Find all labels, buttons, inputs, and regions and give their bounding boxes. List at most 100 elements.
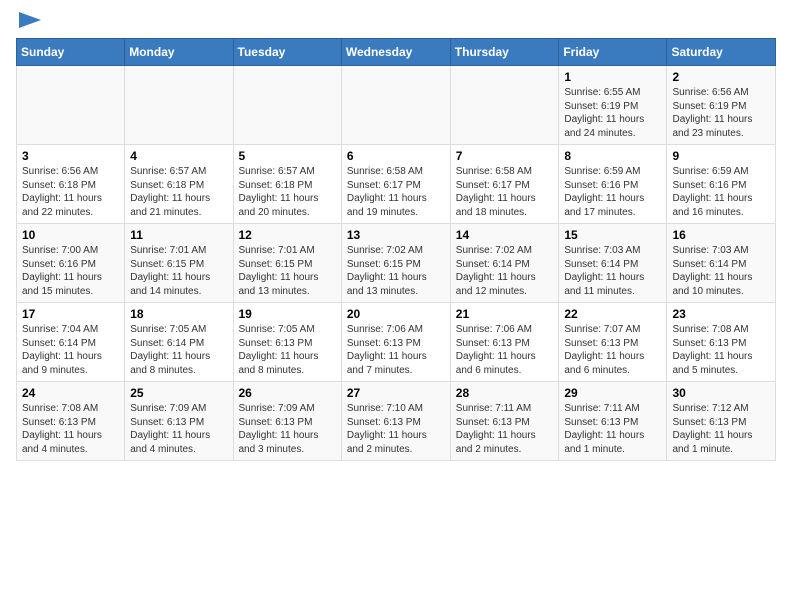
day-info: Sunrise: 7:08 AM Sunset: 6:13 PM Dayligh…	[672, 323, 770, 377]
day-info: Sunrise: 7:09 AM Sunset: 6:13 PM Dayligh…	[130, 402, 227, 456]
weekday-header-monday: Monday	[125, 39, 233, 66]
day-number: 17	[22, 307, 119, 321]
calendar-cell: 24Sunrise: 7:08 AM Sunset: 6:13 PM Dayli…	[17, 382, 125, 461]
day-info: Sunrise: 7:02 AM Sunset: 6:14 PM Dayligh…	[456, 244, 554, 298]
calendar-cell: 8 Sunrise: 6:59 AM Sunset: 6:16 PM Daylig…	[559, 145, 667, 224]
day-number: 1	[564, 70, 661, 84]
day-info: Sunrise: 6:57 AM Sunset: 6:18 PM Dayligh…	[239, 165, 336, 219]
day-number: 22	[564, 307, 661, 321]
day-info: Sunrise: 6:55 AM Sunset: 6:19 PM Dayligh…	[564, 86, 661, 140]
calendar-cell: 19Sunrise: 7:05 AM Sunset: 6:13 PM Dayli…	[233, 303, 341, 382]
day-info: Sunrise: 7:03 AM Sunset: 6:14 PM Dayligh…	[564, 244, 661, 298]
calendar-week-row: 1 Sunrise: 6:55 AM Sunset: 6:19 PM Daylig…	[17, 66, 776, 145]
weekday-header-wednesday: Wednesday	[341, 39, 450, 66]
calendar-cell: 9 Sunrise: 6:59 AM Sunset: 6:16 PM Daylig…	[667, 145, 776, 224]
day-number: 15	[564, 228, 661, 242]
day-info: Sunrise: 6:56 AM Sunset: 6:19 PM Dayligh…	[672, 86, 770, 140]
page-header	[16, 16, 776, 28]
calendar-cell	[233, 66, 341, 145]
calendar-cell: 11 Sunrise: 7:01 AM Sunset: 6:15 PM Dayli…	[125, 224, 233, 303]
calendar-body: 1 Sunrise: 6:55 AM Sunset: 6:19 PM Daylig…	[17, 66, 776, 461]
day-number: 21	[456, 307, 554, 321]
calendar-cell: 18 Sunrise: 7:05 AM Sunset: 6:14 PM Dayli…	[125, 303, 233, 382]
calendar-cell: 7Sunrise: 6:58 AM Sunset: 6:17 PM Daylig…	[450, 145, 559, 224]
calendar-cell: 23 Sunrise: 7:08 AM Sunset: 6:13 PM Dayli…	[667, 303, 776, 382]
calendar-cell: 15 Sunrise: 7:03 AM Sunset: 6:14 PM Dayli…	[559, 224, 667, 303]
calendar-cell: 13 Sunrise: 7:02 AM Sunset: 6:15 PM Dayli…	[341, 224, 450, 303]
day-info: Sunrise: 7:04 AM Sunset: 6:14 PM Dayligh…	[22, 323, 119, 377]
day-info: Sunrise: 7:05 AM Sunset: 6:13 PM Dayligh…	[239, 323, 336, 377]
day-number: 6	[347, 149, 445, 163]
calendar-header: SundayMondayTuesdayWednesdayThursdayFrid…	[17, 39, 776, 66]
logo-flag-icon	[19, 12, 41, 28]
calendar-week-row: 17 Sunrise: 7:04 AM Sunset: 6:14 PM Dayli…	[17, 303, 776, 382]
day-info: Sunrise: 6:57 AM Sunset: 6:18 PM Dayligh…	[130, 165, 227, 219]
day-info: Sunrise: 7:05 AM Sunset: 6:14 PM Dayligh…	[130, 323, 227, 377]
day-number: 13	[347, 228, 445, 242]
calendar-week-row: 24Sunrise: 7:08 AM Sunset: 6:13 PM Dayli…	[17, 382, 776, 461]
weekday-header-saturday: Saturday	[667, 39, 776, 66]
day-number: 8	[564, 149, 661, 163]
calendar-table: SundayMondayTuesdayWednesdayThursdayFrid…	[16, 38, 776, 461]
day-number: 26	[239, 386, 336, 400]
calendar-cell: 26 Sunrise: 7:09 AM Sunset: 6:13 PM Dayli…	[233, 382, 341, 461]
day-number: 2	[672, 70, 770, 84]
day-number: 18	[130, 307, 227, 321]
calendar-cell: 29Sunrise: 7:11 AM Sunset: 6:13 PM Dayli…	[559, 382, 667, 461]
day-info: Sunrise: 7:01 AM Sunset: 6:15 PM Dayligh…	[130, 244, 227, 298]
calendar-cell: 21 Sunrise: 7:06 AM Sunset: 6:13 PM Dayli…	[450, 303, 559, 382]
calendar-cell: 16Sunrise: 7:03 AM Sunset: 6:14 PM Dayli…	[667, 224, 776, 303]
calendar-cell: 27Sunrise: 7:10 AM Sunset: 6:13 PM Dayli…	[341, 382, 450, 461]
day-number: 16	[672, 228, 770, 242]
day-number: 30	[672, 386, 770, 400]
day-info: Sunrise: 6:58 AM Sunset: 6:17 PM Dayligh…	[347, 165, 445, 219]
day-info: Sunrise: 7:10 AM Sunset: 6:13 PM Dayligh…	[347, 402, 445, 456]
day-info: Sunrise: 7:02 AM Sunset: 6:15 PM Dayligh…	[347, 244, 445, 298]
day-number: 4	[130, 149, 227, 163]
day-info: Sunrise: 7:09 AM Sunset: 6:13 PM Dayligh…	[239, 402, 336, 456]
day-info: Sunrise: 7:12 AM Sunset: 6:13 PM Dayligh…	[672, 402, 770, 456]
calendar-cell: 6 Sunrise: 6:58 AM Sunset: 6:17 PM Daylig…	[341, 145, 450, 224]
weekday-header-thursday: Thursday	[450, 39, 559, 66]
calendar-cell: 20Sunrise: 7:06 AM Sunset: 6:13 PM Dayli…	[341, 303, 450, 382]
calendar-week-row: 10 Sunrise: 7:00 AM Sunset: 6:16 PM Dayli…	[17, 224, 776, 303]
calendar-cell: 22 Sunrise: 7:07 AM Sunset: 6:13 PM Dayli…	[559, 303, 667, 382]
day-info: Sunrise: 7:07 AM Sunset: 6:13 PM Dayligh…	[564, 323, 661, 377]
calendar-cell: 1 Sunrise: 6:55 AM Sunset: 6:19 PM Daylig…	[559, 66, 667, 145]
day-number: 14	[456, 228, 554, 242]
calendar-cell: 4 Sunrise: 6:57 AM Sunset: 6:18 PM Daylig…	[125, 145, 233, 224]
day-number: 10	[22, 228, 119, 242]
calendar-cell: 10 Sunrise: 7:00 AM Sunset: 6:16 PM Dayli…	[17, 224, 125, 303]
day-info: Sunrise: 6:56 AM Sunset: 6:18 PM Dayligh…	[22, 165, 119, 219]
weekday-header-tuesday: Tuesday	[233, 39, 341, 66]
day-number: 25	[130, 386, 227, 400]
logo	[16, 16, 41, 28]
day-info: Sunrise: 6:59 AM Sunset: 6:16 PM Dayligh…	[672, 165, 770, 219]
day-number: 28	[456, 386, 554, 400]
day-number: 12	[239, 228, 336, 242]
calendar-cell: 5Sunrise: 6:57 AM Sunset: 6:18 PM Daylig…	[233, 145, 341, 224]
day-number: 9	[672, 149, 770, 163]
weekday-header-row: SundayMondayTuesdayWednesdayThursdayFrid…	[17, 39, 776, 66]
weekday-header-friday: Friday	[559, 39, 667, 66]
calendar-cell: 12 Sunrise: 7:01 AM Sunset: 6:15 PM Dayli…	[233, 224, 341, 303]
day-info: Sunrise: 6:59 AM Sunset: 6:16 PM Dayligh…	[564, 165, 661, 219]
calendar-cell	[125, 66, 233, 145]
calendar-cell	[450, 66, 559, 145]
day-number: 11	[130, 228, 227, 242]
day-info: Sunrise: 7:08 AM Sunset: 6:13 PM Dayligh…	[22, 402, 119, 456]
day-info: Sunrise: 7:06 AM Sunset: 6:13 PM Dayligh…	[347, 323, 445, 377]
calendar-cell: 30 Sunrise: 7:12 AM Sunset: 6:13 PM Dayli…	[667, 382, 776, 461]
day-info: Sunrise: 7:01 AM Sunset: 6:15 PM Dayligh…	[239, 244, 336, 298]
day-number: 23	[672, 307, 770, 321]
weekday-header-sunday: Sunday	[17, 39, 125, 66]
day-info: Sunrise: 6:58 AM Sunset: 6:17 PM Dayligh…	[456, 165, 554, 219]
day-number: 3	[22, 149, 119, 163]
day-number: 29	[564, 386, 661, 400]
calendar-cell	[341, 66, 450, 145]
calendar-week-row: 3 Sunrise: 6:56 AM Sunset: 6:18 PM Daylig…	[17, 145, 776, 224]
day-info: Sunrise: 7:06 AM Sunset: 6:13 PM Dayligh…	[456, 323, 554, 377]
calendar-cell: 14 Sunrise: 7:02 AM Sunset: 6:14 PM Dayli…	[450, 224, 559, 303]
day-info: Sunrise: 7:00 AM Sunset: 6:16 PM Dayligh…	[22, 244, 119, 298]
calendar-cell: 3 Sunrise: 6:56 AM Sunset: 6:18 PM Daylig…	[17, 145, 125, 224]
